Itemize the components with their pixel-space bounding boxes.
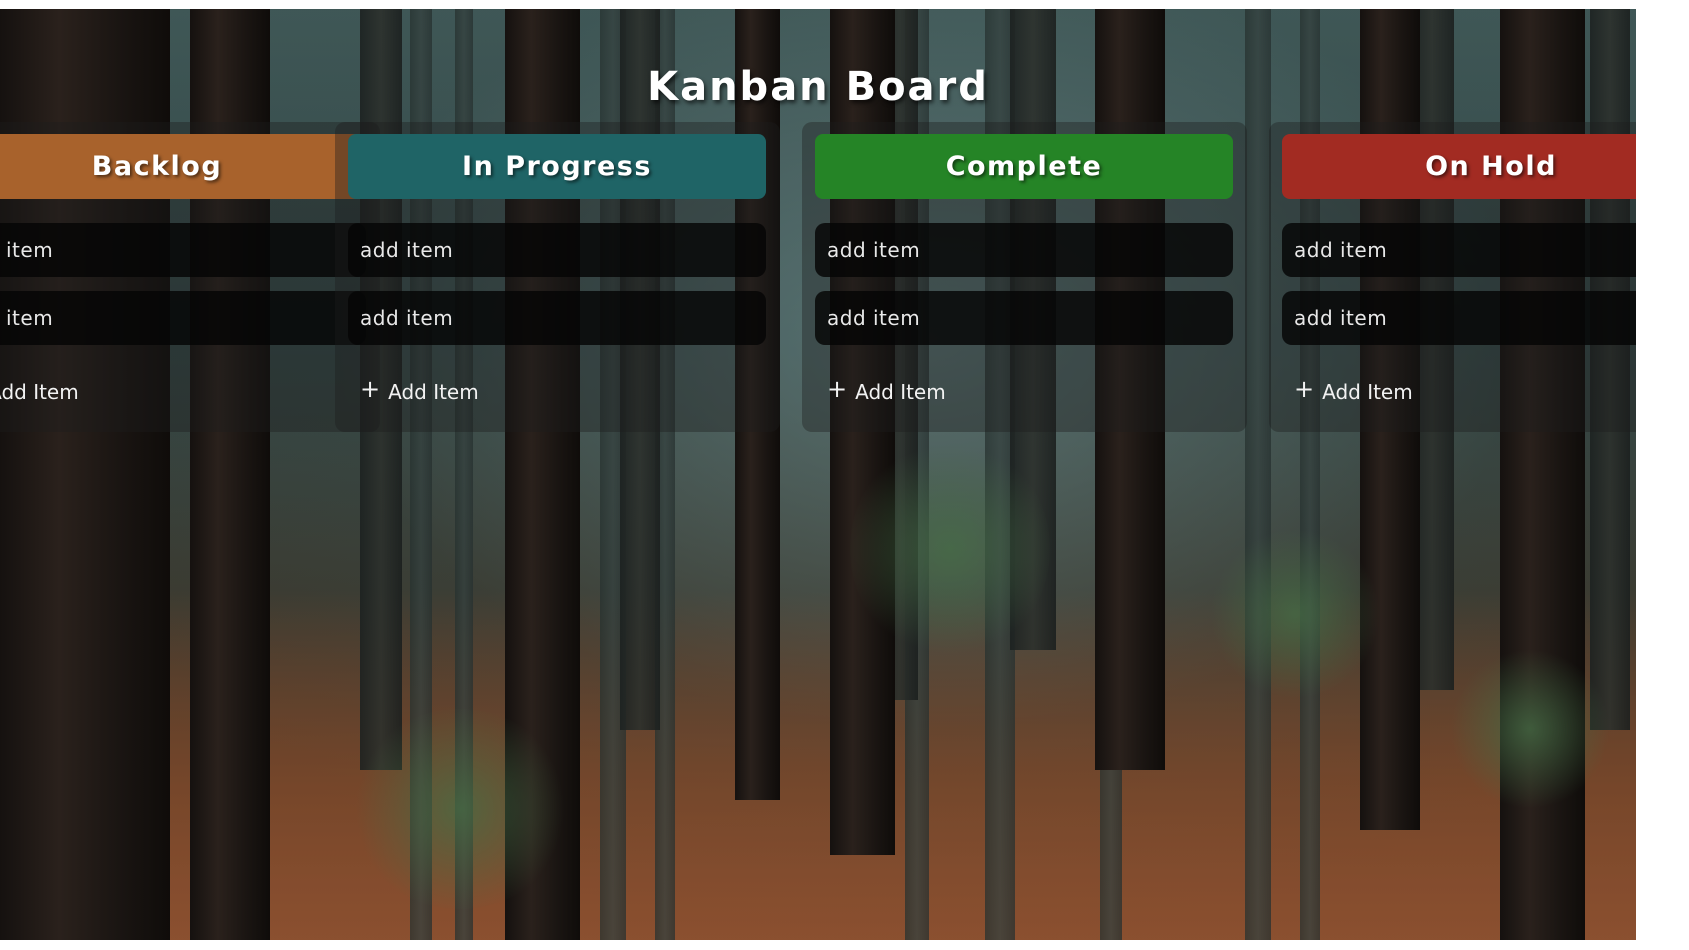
plus-icon: + xyxy=(1294,375,1315,403)
list-item[interactable]: add item xyxy=(1282,291,1689,345)
page-title: Kanban Board xyxy=(647,63,989,110)
add-item-button[interactable]: + Add Item xyxy=(1294,375,1413,404)
plus-icon: + xyxy=(360,375,381,403)
column-header-complete: Complete xyxy=(815,134,1233,199)
add-item-label: Add Item xyxy=(855,380,946,404)
undergrowth xyxy=(1210,529,1380,699)
list-item[interactable]: add item xyxy=(815,291,1233,345)
column-header-on-hold: On Hold xyxy=(1282,134,1689,199)
column-on-hold: On Hold add item add item + Add Item xyxy=(1269,122,1689,432)
list-item[interactable]: add item xyxy=(348,223,766,277)
add-item-button[interactable]: + Add Item xyxy=(360,375,479,404)
undergrowth xyxy=(850,439,1050,659)
add-item-label: Add Item xyxy=(0,380,79,404)
list-item[interactable]: add item xyxy=(815,223,1233,277)
add-item-button[interactable]: + Add Item xyxy=(0,380,79,404)
add-item-button[interactable]: + Add Item xyxy=(827,375,946,404)
page-margin-right xyxy=(1636,0,1689,950)
list-item[interactable]: add item xyxy=(348,291,766,345)
column-complete: Complete add item add item + Add Item xyxy=(802,122,1247,432)
page-background: Kanban Board Backlog add item add item +… xyxy=(0,9,1689,950)
column-backlog: Backlog add item add item + Add Item xyxy=(0,122,380,432)
page-margin-bottom xyxy=(0,940,1689,950)
add-item-label: Add Item xyxy=(1322,380,1413,404)
add-item-label: Add Item xyxy=(388,380,479,404)
list-item[interactable]: add item xyxy=(0,291,366,345)
list-item[interactable]: add item xyxy=(0,223,366,277)
column-in-progress: In Progress add item add item + Add Item xyxy=(335,122,780,432)
plus-icon: + xyxy=(827,375,848,403)
undergrowth xyxy=(350,709,570,909)
undergrowth xyxy=(1450,649,1610,809)
list-item[interactable]: add item xyxy=(1282,223,1689,277)
kanban-board: Backlog add item add item + Add Item In … xyxy=(0,122,1689,432)
column-header-in-progress: In Progress xyxy=(348,134,766,199)
column-header-backlog: Backlog xyxy=(0,134,366,199)
